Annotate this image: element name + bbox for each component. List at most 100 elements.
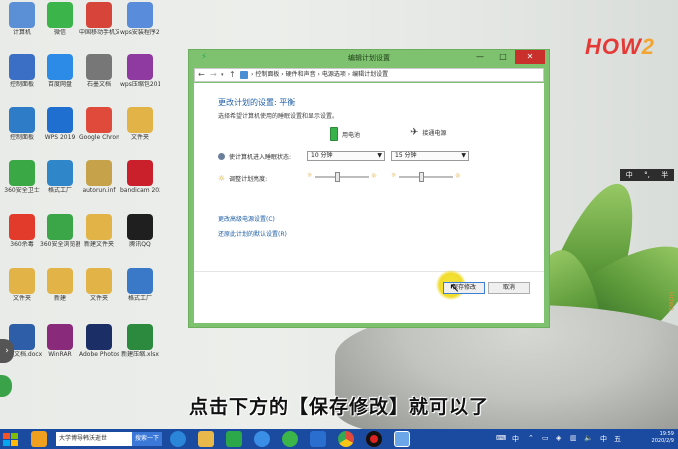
desktop-icon-image [86,107,112,133]
desktop-icon-label: 格式工厂 [127,295,152,302]
address-bar[interactable]: ← → ▾ ↑ › 控制面板 › 硬件和声音 › 电源选项 › 编辑计划设置 [194,68,544,82]
desktop-icon[interactable]: 360杀毒 [2,214,42,248]
desktop-icon[interactable]: wps压缩包2019 [120,54,160,88]
video-subtitle: 点击下方的【保存修改】就可以了 [188,396,489,418]
breadcrumb-edit-plan[interactable]: 编辑计划设置 [352,71,388,78]
desktop-icon[interactable]: 新建 [40,268,80,302]
desktop-icon[interactable]: Google Chrome [79,107,119,141]
desktop-icon[interactable]: bandicam 2020-02 [120,160,160,194]
desktop-icon[interactable]: 新建文件夹 [79,214,119,248]
desktop-icon-label: 腾讯QQ [129,241,151,248]
desktop-icon-label: 石墨文档 [86,81,111,88]
desktop-icon[interactable]: WPS 2019 [40,107,80,141]
search-input[interactable]: 大学博导韩沃逝世 [56,432,132,446]
brightness-battery-slider[interactable]: ☼ ☼ [307,172,377,182]
chevron-down-icon[interactable]: ▾ [221,69,224,81]
search-button[interactable]: 搜索一下 [132,432,162,446]
desktop-icon[interactable]: 文件夹 [79,268,119,302]
desktop-icon[interactable]: 360安全卫士 [2,160,42,194]
desktop-icon[interactable]: 计算机 [2,2,42,36]
desktop-icon-label: 360杀毒 [10,241,34,248]
file-explorer-icon[interactable] [198,431,214,447]
desktop-icon[interactable]: wps安装程序2019 [120,2,160,36]
keyboard-icon[interactable]: ⌨ [496,434,506,442]
forward-icon[interactable]: → [210,69,217,81]
sun-dim-icon: ☼ [307,172,313,179]
baidu-netdisk-icon[interactable] [254,431,270,447]
desktop-icon[interactable]: Adobe Photosho... [79,324,119,358]
back-icon[interactable]: ← [198,69,205,81]
breadcrumb-control-panel[interactable]: 控制面板 [255,71,279,78]
taskbar-app-icon[interactable] [31,431,47,447]
up-icon[interactable]: ↑ [229,69,236,81]
cancel-button[interactable]: 取消 [488,282,530,294]
desktop-icon[interactable]: 文件夹 [2,268,42,302]
desktop-icon[interactable]: 格式工厂 [120,268,160,302]
desktop-icon-label: 新建 [53,295,66,302]
desktop-icon[interactable]: 控制面板 [2,54,42,88]
slider-thumb[interactable] [418,172,424,182]
sleep-plugged-select[interactable]: 15 分钟 ▼ [391,151,469,161]
desktop-icon[interactable]: 360安全浏览器 [40,214,80,248]
battery-icon [330,127,338,141]
sleep-battery-value: 10 分钟 [311,152,333,159]
divider [194,271,544,272]
desktop-icon[interactable]: WinRAR [40,324,80,358]
sleep-battery-select[interactable]: 10 分钟 ▼ [307,151,385,161]
slider-track [315,176,369,178]
watermark-logo: HOW2 [585,34,656,59]
side-panel-toggle[interactable]: › [0,339,14,363]
desktop-icon[interactable]: 控制面板 [2,107,42,141]
store-icon[interactable] [226,431,242,447]
volume-icon[interactable]: 🔈 [584,434,593,442]
desktop-icon[interactable]: autorun.inf [79,160,119,194]
control-panel-taskbar-icon[interactable] [394,431,410,447]
brightness-plugged-slider[interactable]: ☼ ☼ [391,172,461,182]
restore-defaults-link[interactable]: 还原此计划的默认设置(R) [218,229,287,238]
ime-mode-chinese[interactable]: 中 [626,169,633,181]
minimize-button[interactable]: — [469,50,491,64]
ime-toolbar[interactable]: 中 °, 半 [620,169,674,181]
wps-icon[interactable] [310,431,326,447]
chevron-down-icon: ▼ [461,152,466,159]
desktop-icon[interactable]: 文件夹 [120,107,160,141]
page-description: 选择希望计算机使用的睡眠设置和显示设置。 [218,113,339,120]
desktop-icon[interactable]: 新建压缩.xlsx [120,324,160,358]
ime-half-width[interactable]: 半 [661,169,668,181]
desktop-icon-image [47,54,73,80]
ie-icon[interactable] [170,431,186,447]
desktop-icon-label: 文件夹 [12,295,31,302]
notification-icon[interactable]: ▭ [542,434,549,442]
desktop-icon[interactable]: 中国移动手机文件管理 [79,2,119,36]
brightness-row-label: ☼ 调整计划亮度: [218,174,267,183]
slider-thumb[interactable] [334,172,340,182]
taskbar: 大学博导韩沃逝世 搜索一下 ⌨ 中 ⌃ ▭ ◈ ▥ 🔈 中 五 19:59 20… [0,429,678,449]
ime-tray-icon[interactable]: 中 [512,434,519,444]
breadcrumb-power-options[interactable]: 电源选项 [322,71,346,78]
start-button[interactable] [3,432,19,446]
desktop-icon[interactable]: 微信 [40,2,80,36]
security-icon[interactable]: ◈ [556,434,561,442]
slider-track [399,176,453,178]
record-icon[interactable] [366,431,382,447]
desktop-icon[interactable]: 腾讯QQ [120,214,160,248]
window-titlebar[interactable]: ⚡ 编辑计划设置 — □ ✕ [189,50,549,67]
desktop-icon[interactable]: 格式工厂 [40,160,80,194]
chrome-icon[interactable] [338,431,354,447]
desktop-icon-label: wps安装程序2019 [120,29,160,36]
network-icon[interactable]: ▥ [570,434,577,442]
clock[interactable]: 19:59 2020/2/9 [652,431,674,445]
ime-punctuation[interactable]: °, [644,169,650,181]
360-browser-icon[interactable] [282,431,298,447]
advanced-power-settings-link[interactable]: 更改高级电源设置(C) [218,214,275,223]
maximize-button[interactable]: □ [492,50,514,64]
breadcrumb-hardware-sound[interactable]: 硬件和声音 [286,71,316,78]
desktop-icon-label: 控制面板 [9,134,34,141]
chevron-up-icon[interactable]: ⌃ [528,434,534,442]
desktop-icon-label: bandicam 2020-02 [120,187,160,194]
desktop-icon[interactable]: 石墨文档 [79,54,119,88]
close-button[interactable]: ✕ [515,50,545,64]
input-tray-icon[interactable]: 五 [614,434,621,444]
language-icon[interactable]: 中 [600,434,607,444]
desktop-icon[interactable]: 百度网盘 [40,54,80,88]
